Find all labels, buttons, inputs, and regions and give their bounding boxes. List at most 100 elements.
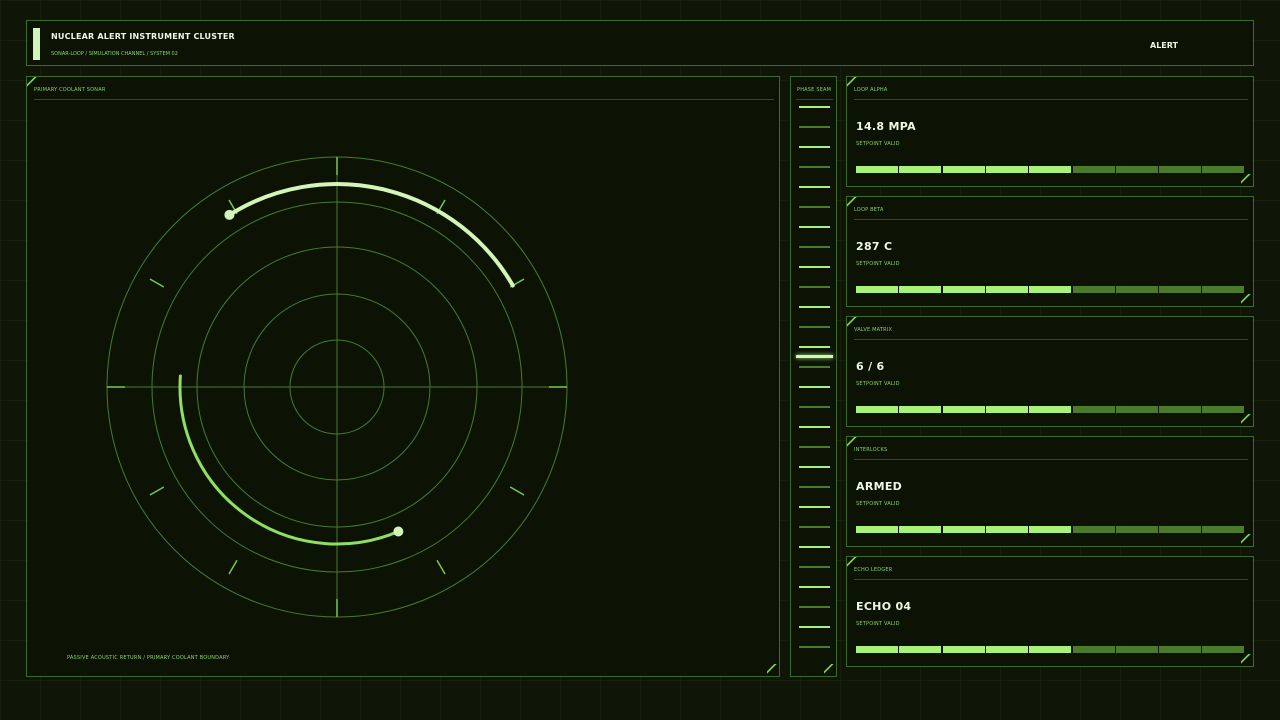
seam-tick [799,346,830,348]
card-sub: SETPOINT VALID [856,261,900,267]
level-segment [856,646,898,653]
seam-tick [799,326,830,328]
level-segment [1029,646,1072,653]
card-value: 287 C [856,240,893,253]
metric-card[interactable]: VALVE MATRIX 6 / 6 SETPOINT VALID [846,316,1254,427]
level-segment [856,526,898,533]
corner-mark-icon [847,557,859,569]
seam-tick [799,446,830,448]
card-sub: SETPOINT VALID [856,621,900,627]
level-segment [985,526,1028,533]
seam-tick [799,366,830,368]
seam-tick [799,526,830,528]
card-label: LOOP ALPHA [854,87,888,93]
level-segment [1202,526,1245,533]
alert-status[interactable]: ALERT [1150,41,1178,50]
sonar-label: PRIMARY COOLANT SONAR [34,87,106,93]
seam-tick [799,106,830,108]
level-segment [942,646,985,653]
level-segment [1159,406,1202,413]
seam-tick [799,426,830,428]
seam-tick [799,306,830,308]
level-segment [899,166,942,173]
level-segment [899,646,942,653]
card-value: ECHO 04 [856,600,912,613]
level-segment [1159,166,1202,173]
seam-tick [799,566,830,568]
card-sub: SETPOINT VALID [856,501,900,507]
metric-card[interactable]: ECHO LEDGER ECHO 04 SETPOINT VALID [846,556,1254,667]
level-segment [1029,526,1072,533]
page-subtitle: SONAR-LOOP / SIMULATION CHANNEL / SYSTEM… [51,51,178,57]
level-segment [899,286,942,293]
card-sub: SETPOINT VALID [856,381,900,387]
return-head-dot [393,526,404,537]
seam-label: PHASE SEAM [797,87,832,93]
metric-card[interactable]: INTERLOCKS ARMED SETPOINT VALID [846,436,1254,547]
seam-tick [799,646,830,648]
level-segment [899,406,942,413]
seam-tick [799,626,830,628]
level-segment [1115,166,1158,173]
level-segment [942,526,985,533]
sonar-display [106,156,568,618]
bearing-tick [228,559,238,575]
corner-mark-icon [1241,294,1253,306]
level-segment [1072,646,1115,653]
page-title: NUCLEAR ALERT INSTRUMENT CLUSTER [51,32,235,41]
sonar-footer: PASSIVE ACOUSTIC RETURN / PRIMARY COOLAN… [67,655,230,661]
level-segment [1072,286,1115,293]
seam-tick [799,166,830,168]
corner-mark-icon [1241,654,1253,666]
level-segment [1072,406,1115,413]
sonar-panel: PRIMARY COOLANT SONAR PASSIVE ACOUSTIC R… [26,76,780,677]
level-segment [856,286,898,293]
card-value: ARMED [856,480,903,493]
seam-tick [799,546,830,548]
level-segment [1202,286,1245,293]
divider [854,339,1248,340]
level-segment [1029,286,1072,293]
trace-head-dot [224,209,235,220]
card-value: 14.8 MPA [856,120,916,133]
level-segment [1202,406,1245,413]
level-segment [1202,166,1245,173]
level-segment [856,166,898,173]
metric-card[interactable]: LOOP ALPHA 14.8 MPA SETPOINT VALID [846,76,1254,187]
seam-tick [799,466,830,468]
corner-mark-icon [1241,534,1253,546]
corner-mark-icon [767,664,779,676]
seam-tick [799,246,830,248]
level-segment [1029,166,1072,173]
level-segment [1159,526,1202,533]
level-segment [1115,286,1158,293]
corner-mark-icon [824,664,836,676]
level-segment [1072,526,1115,533]
bearing-tick [436,559,446,575]
divider [854,579,1248,580]
level-segment [1072,166,1115,173]
level-segment [985,406,1028,413]
level-segment [1115,526,1158,533]
header-accent-bar [33,28,40,60]
level-segment [985,646,1028,653]
divider [796,99,833,100]
seam-indicator[interactable] [796,355,833,358]
phase-seam-panel: PHASE SEAM [790,76,837,677]
divider [34,99,774,100]
card-label: VALVE MATRIX [854,327,893,333]
divider [854,99,1248,100]
bearing-tick [509,486,525,496]
level-segment [1202,646,1245,653]
level-segment [1115,646,1158,653]
level-segment [1159,646,1202,653]
seam-tick [799,266,830,268]
level-segment [1159,286,1202,293]
seam-tick [799,286,830,288]
seam-tick [799,406,830,408]
bearing-tick [149,486,165,496]
seam-tick [799,126,830,128]
corner-mark-icon [1241,174,1253,186]
corner-mark-icon [847,437,859,449]
metric-card[interactable]: LOOP BETA 287 C SETPOINT VALID [846,196,1254,307]
